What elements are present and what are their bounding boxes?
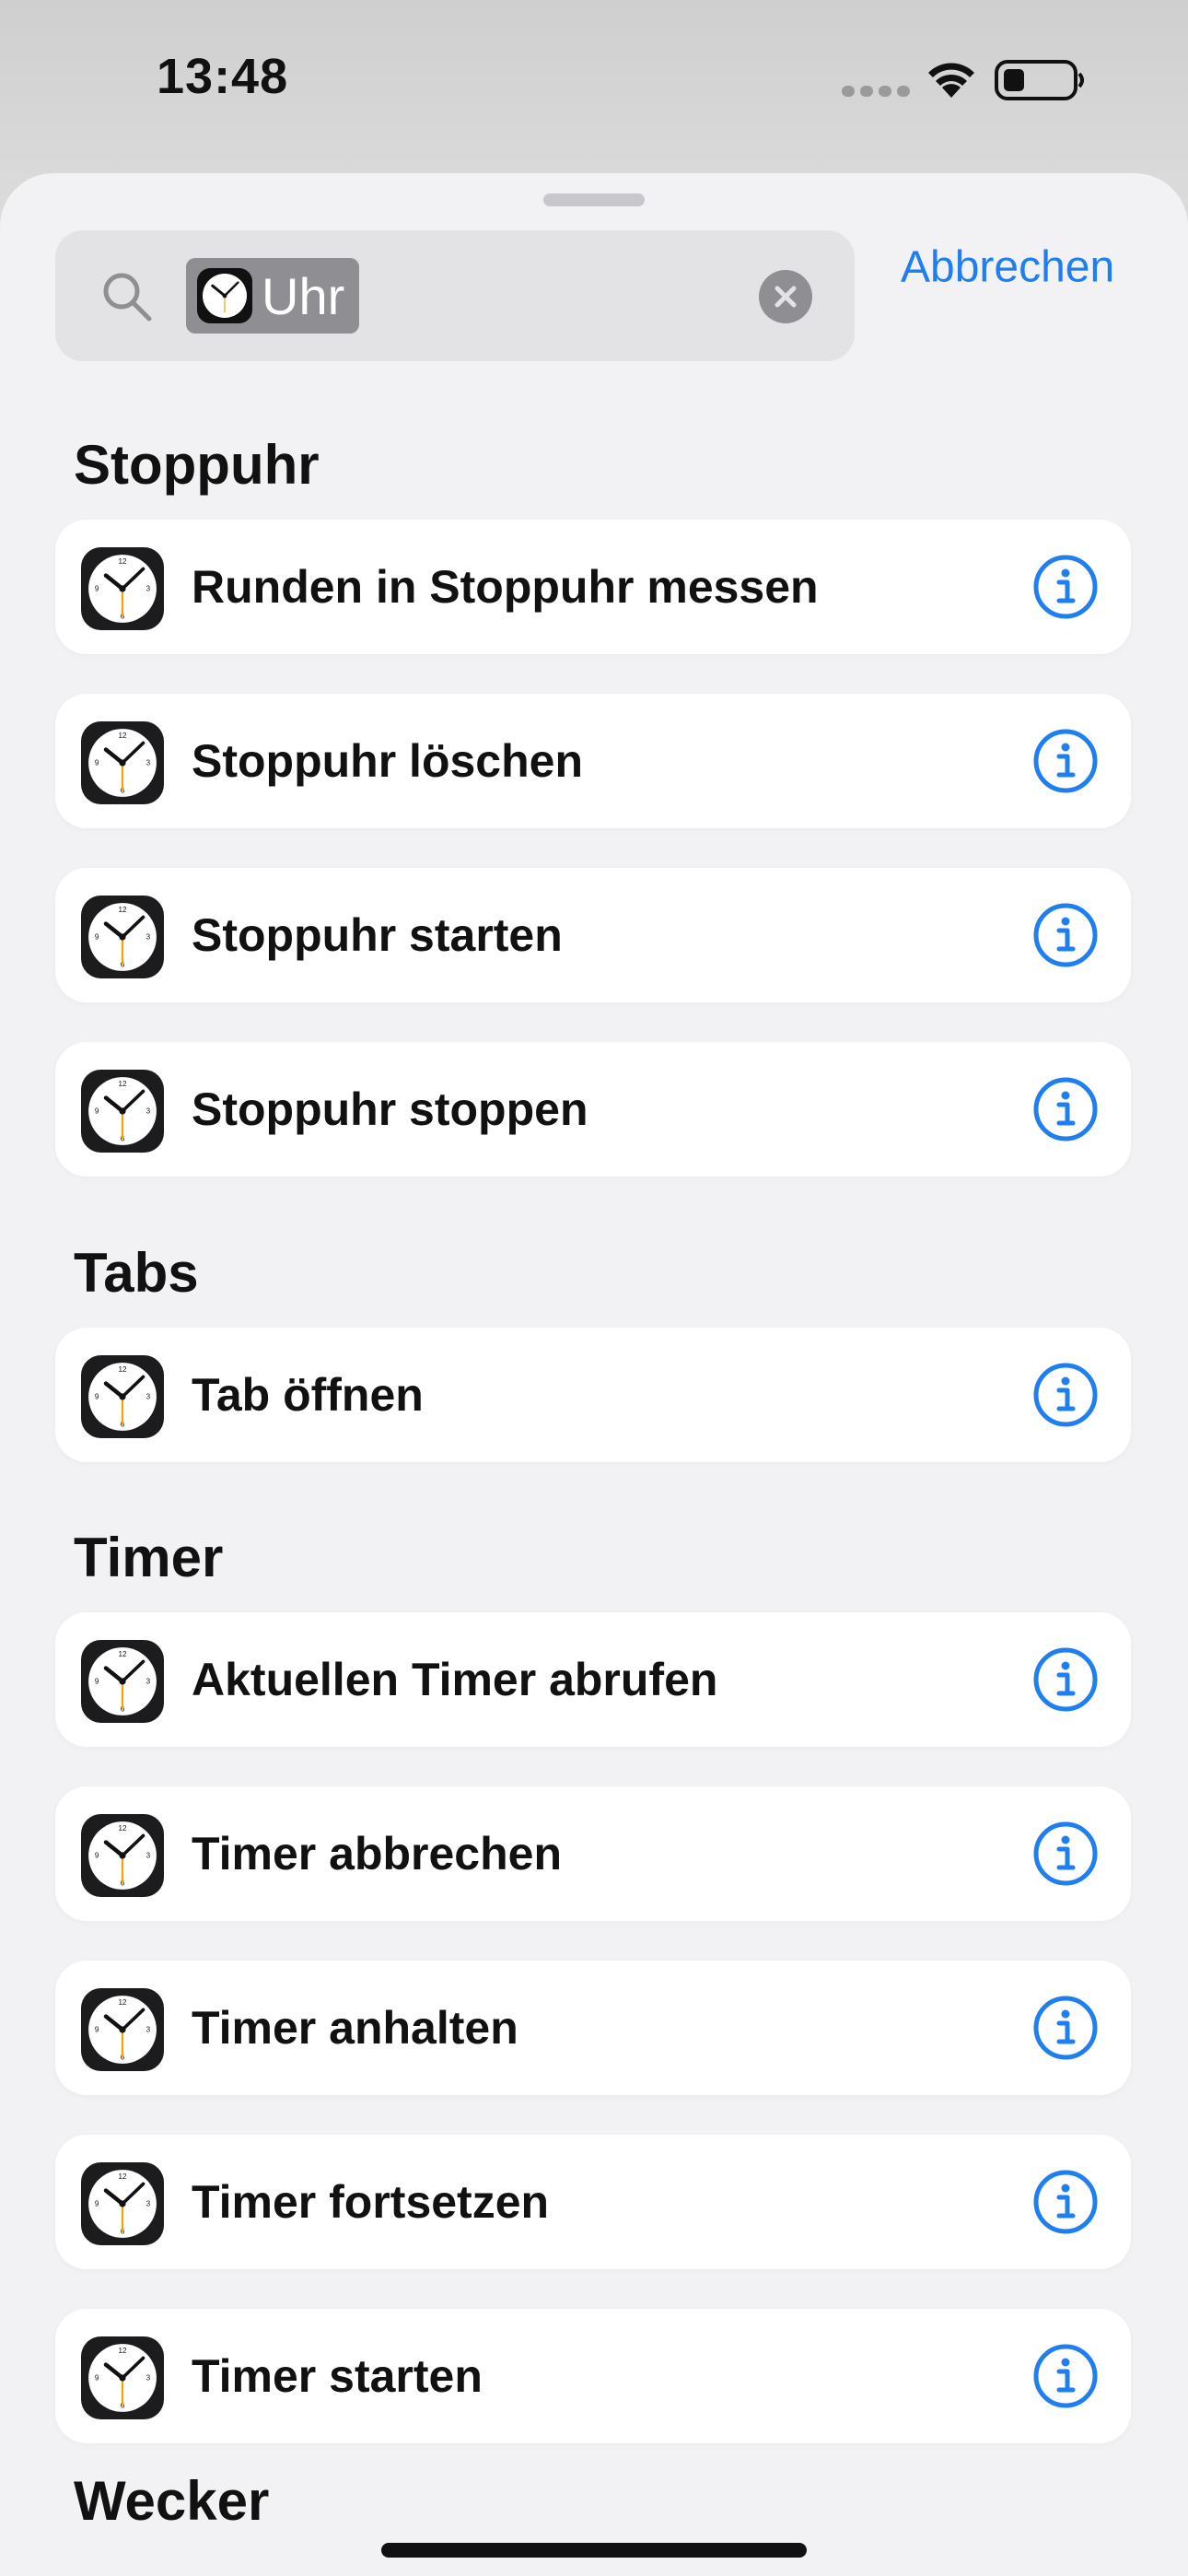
info-icon[interactable] bbox=[1031, 1820, 1100, 1892]
search-token-label: Uhr bbox=[262, 266, 345, 325]
home-indicator[interactable] bbox=[381, 2543, 807, 2558]
svg-text:3: 3 bbox=[146, 2026, 151, 2034]
info-icon[interactable] bbox=[1031, 1645, 1100, 1718]
svg-text:12: 12 bbox=[119, 1824, 127, 1832]
action-row-label: Tab öffnen bbox=[192, 1369, 424, 1421]
section-header-2: Timer bbox=[74, 1527, 224, 1588]
clock-app-icon: 12369 bbox=[81, 1988, 164, 2076]
action-row-label: Timer starten bbox=[192, 2350, 483, 2402]
svg-text:3: 3 bbox=[146, 1393, 151, 1401]
svg-text:3: 3 bbox=[146, 1852, 151, 1860]
section-header-1: Tabs bbox=[74, 1242, 199, 1304]
action-row[interactable]: 12369Stoppuhr starten bbox=[55, 868, 1131, 1002]
clock-app-icon bbox=[197, 268, 252, 323]
svg-text:9: 9 bbox=[95, 1393, 99, 1401]
action-row-label: Timer anhalten bbox=[192, 2002, 518, 2054]
action-row[interactable]: 12369Tab öffnen bbox=[55, 1328, 1131, 1462]
info-icon[interactable] bbox=[1031, 2342, 1100, 2415]
action-row-label: Timer fortsetzen bbox=[192, 2176, 550, 2228]
cellular-signal-icon bbox=[842, 85, 915, 101]
info-icon[interactable] bbox=[1031, 727, 1100, 800]
clock-app-icon: 12369 bbox=[81, 547, 164, 635]
svg-text:3: 3 bbox=[146, 2374, 151, 2383]
action-row-label: Aktuellen Timer abrufen bbox=[192, 1654, 718, 1705]
action-row[interactable]: 12369Runden in Stoppuhr messen bbox=[55, 520, 1131, 654]
svg-text:12: 12 bbox=[119, 2172, 127, 2181]
action-row[interactable]: 12369Aktuellen Timer abrufen bbox=[55, 1612, 1131, 1747]
svg-text:9: 9 bbox=[95, 585, 99, 593]
wifi-icon bbox=[928, 63, 974, 98]
svg-text:12: 12 bbox=[119, 557, 127, 566]
action-row[interactable]: 12369Timer starten bbox=[55, 2309, 1131, 2443]
action-row-label: Runden in Stoppuhr messen bbox=[192, 561, 819, 613]
section-header-3: Wecker bbox=[74, 2470, 270, 2532]
action-row-label: Stoppuhr starten bbox=[192, 909, 563, 961]
info-icon[interactable] bbox=[1031, 553, 1100, 626]
svg-text:12: 12 bbox=[119, 906, 127, 914]
svg-text:12: 12 bbox=[119, 1080, 127, 1088]
svg-text:12: 12 bbox=[119, 1998, 127, 2007]
svg-text:12: 12 bbox=[119, 732, 127, 740]
svg-text:12: 12 bbox=[119, 1650, 127, 1658]
svg-text:12: 12 bbox=[119, 1365, 127, 1374]
svg-text:9: 9 bbox=[95, 2374, 99, 2383]
svg-text:3: 3 bbox=[146, 933, 151, 942]
battery-icon bbox=[995, 60, 1084, 100]
info-icon[interactable] bbox=[1031, 2168, 1100, 2241]
svg-text:9: 9 bbox=[95, 1678, 99, 1686]
action-row[interactable]: 12369Timer anhalten bbox=[55, 1961, 1131, 2095]
svg-text:9: 9 bbox=[95, 2200, 99, 2208]
svg-text:9: 9 bbox=[95, 933, 99, 942]
status-time: 13:48 bbox=[157, 49, 289, 104]
clock-app-icon: 12369 bbox=[81, 1640, 164, 1727]
svg-text:3: 3 bbox=[146, 1678, 151, 1686]
clock-app-icon: 12369 bbox=[81, 1814, 164, 1902]
clock-app-icon: 12369 bbox=[81, 2162, 164, 2250]
action-row[interactable]: 12369Stoppuhr stoppen bbox=[55, 1042, 1131, 1177]
clear-search-button[interactable] bbox=[759, 270, 812, 323]
sheet-grabber[interactable] bbox=[543, 193, 645, 206]
search-field[interactable]: Uhr bbox=[55, 230, 855, 361]
svg-text:9: 9 bbox=[95, 1852, 99, 1860]
svg-text:3: 3 bbox=[146, 585, 151, 593]
action-row-label: Timer abbrechen bbox=[192, 1828, 563, 1879]
info-icon[interactable] bbox=[1031, 1075, 1100, 1148]
clock-app-icon: 12369 bbox=[81, 1070, 164, 1157]
action-search-sheet: Uhr Abbrechen Stoppuhr12369Runden in Sto… bbox=[0, 173, 1188, 2576]
clock-app-icon: 12369 bbox=[81, 896, 164, 983]
cancel-button[interactable]: Abbrechen bbox=[901, 242, 1114, 293]
action-row-label: Stoppuhr stoppen bbox=[192, 1083, 588, 1135]
clock-app-icon: 12369 bbox=[81, 2336, 164, 2424]
info-icon[interactable] bbox=[1031, 901, 1100, 974]
action-row-label: Stoppuhr löschen bbox=[192, 735, 583, 787]
close-icon bbox=[775, 286, 797, 308]
search-token[interactable]: Uhr bbox=[186, 258, 360, 334]
svg-text:3: 3 bbox=[146, 759, 151, 767]
svg-text:9: 9 bbox=[95, 759, 99, 767]
action-row[interactable]: 12369Timer fortsetzen bbox=[55, 2135, 1131, 2269]
clock-app-icon: 12369 bbox=[81, 721, 164, 809]
info-icon[interactable] bbox=[1031, 1361, 1100, 1434]
action-row[interactable]: 12369Stoppuhr löschen bbox=[55, 694, 1131, 828]
status-bar: 13:48 bbox=[0, 0, 1188, 166]
svg-text:12: 12 bbox=[119, 2347, 127, 2355]
svg-text:3: 3 bbox=[146, 1107, 151, 1116]
svg-text:9: 9 bbox=[95, 1107, 99, 1116]
action-row[interactable]: 12369Timer abbrechen bbox=[55, 1786, 1131, 1921]
svg-text:3: 3 bbox=[146, 2200, 151, 2208]
section-header-0: Stoppuhr bbox=[74, 434, 320, 496]
svg-text:9: 9 bbox=[95, 2026, 99, 2034]
search-icon bbox=[103, 273, 152, 322]
info-icon[interactable] bbox=[1031, 1994, 1100, 2067]
clock-app-icon: 12369 bbox=[81, 1355, 164, 1443]
